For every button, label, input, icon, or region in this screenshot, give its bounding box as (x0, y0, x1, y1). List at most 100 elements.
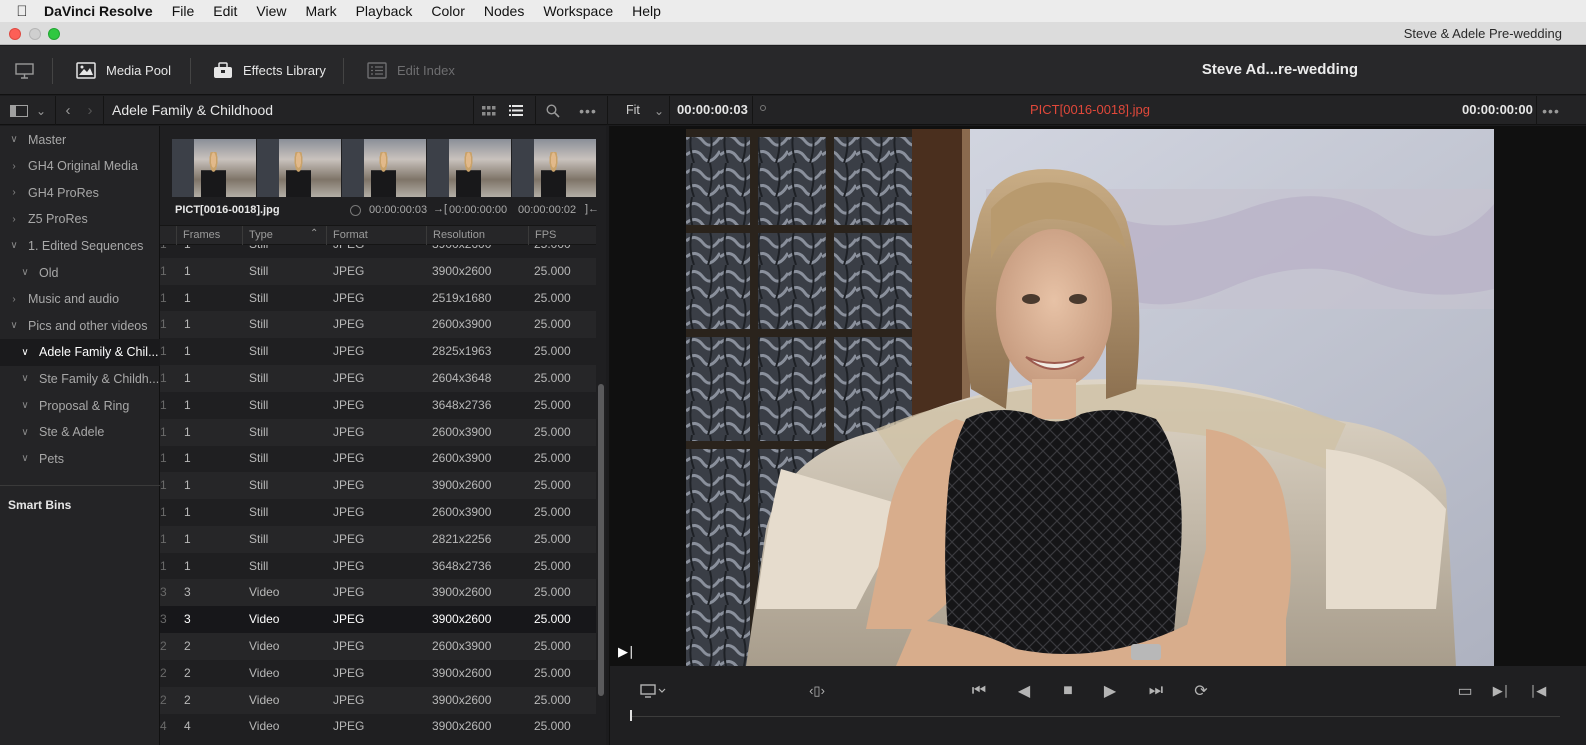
menu-file[interactable]: File (172, 3, 195, 19)
sort-ascending-icon: ⌃ (310, 228, 319, 239)
forward-arrow-icon[interactable]: › (82, 96, 98, 125)
menu-color[interactable]: Color (431, 3, 464, 19)
viewer-options-icon[interactable]: ••• (1540, 96, 1562, 125)
full-screen-icon[interactable]: ▭ (1452, 680, 1478, 702)
table-cell: Still (249, 558, 269, 573)
table-row[interactable]: 2 2 Video JPEG 3900x2600 25.000 (160, 660, 596, 687)
effects-library-button[interactable]: Effects Library (213, 46, 326, 95)
chevron-down-icon[interactable]: ∨ (7, 240, 21, 251)
sidebar-toggle-button[interactable] (6, 96, 32, 125)
viewer-mode-button[interactable] (636, 680, 670, 702)
bin-item[interactable]: › Z5 ProRes (0, 206, 160, 233)
zoom-window-button[interactable] (48, 28, 60, 40)
stop-icon[interactable]: ■ (1054, 680, 1082, 702)
playhead[interactable] (630, 710, 632, 721)
table-row[interactable]: 1 1 Still JPEG 3648x2736 25.000 (160, 553, 596, 580)
minimize-window-button[interactable] (29, 28, 41, 40)
chevron-down-icon[interactable]: ∨ (18, 373, 32, 384)
edit-index-button[interactable]: Edit Index (367, 46, 455, 95)
table-row[interactable]: 3 3 Video JPEG 3900x2600 25.000 (160, 579, 596, 607)
chevron-down-icon[interactable]: ∨ (18, 267, 32, 278)
menu-edit[interactable]: Edit (213, 3, 237, 19)
next-clip-icon[interactable]: ▶∣ (1490, 680, 1512, 702)
col-resolution[interactable]: Resolution (426, 226, 528, 245)
clip-filmstrip[interactable] (172, 139, 596, 197)
chevron-down-icon[interactable]: ∨ (7, 134, 21, 145)
monitor-toggle-button[interactable] (14, 46, 36, 95)
back-arrow-icon[interactable]: ‹ (60, 96, 76, 125)
chevron-down-icon[interactable]: ⌄ (33, 96, 49, 125)
table-row[interactable]: 1 1 Still JPEG 3648x2736 25.000 (160, 392, 596, 419)
table-row[interactable]: 1 1 Still JPEG 2600x3900 25.000 (160, 311, 596, 339)
chevron-down-icon[interactable]: ∨ (18, 453, 32, 464)
loop-icon[interactable]: ⟳ (1186, 680, 1216, 702)
chevron-right-icon[interactable]: › (7, 214, 21, 225)
chevron-down-icon[interactable]: ∨ (18, 400, 32, 411)
table-row[interactable]: 1 1 Still JPEG 2519x1680 25.000 (160, 285, 596, 312)
bin-item[interactable]: ∨ Pics and other videos (0, 312, 160, 339)
bin-item[interactable]: ∨ Proposal & Ring (0, 392, 160, 419)
media-pool-button[interactable]: Media Pool (76, 46, 171, 95)
bin-item[interactable]: › Music and audio (0, 286, 160, 313)
table-cell: 25.000 (534, 719, 571, 734)
list-view-button[interactable] (507, 96, 525, 125)
bin-item[interactable]: ∨ Old (0, 259, 160, 286)
chevron-right-icon[interactable]: › (7, 187, 21, 198)
table-row[interactable]: 1 1 Still JPEG 3900x2600 25.000 (160, 245, 596, 258)
reverse-play-icon[interactable]: ◀ (1010, 680, 1038, 702)
jump-to-end-icon[interactable]: ⏭ (1138, 680, 1174, 702)
chevron-down-icon[interactable]: ∨ (7, 320, 21, 331)
bin-item[interactable]: ∨ Master (0, 126, 160, 153)
bin-item[interactable]: ∨ Pets (0, 445, 160, 472)
zoom-select[interactable]: Fit (626, 103, 640, 117)
menu-help[interactable]: Help (632, 3, 661, 19)
menu-workspace[interactable]: Workspace (543, 3, 613, 19)
play-icon[interactable]: ▶ (1096, 680, 1124, 702)
bin-item[interactable]: ∨ Adele Family & Chil... (0, 338, 160, 366)
bin-item[interactable]: ∨ Ste & Adele (0, 419, 160, 446)
chevron-down-icon[interactable]: ∨ (18, 347, 32, 358)
close-window-button[interactable] (9, 28, 21, 40)
bin-item[interactable]: ∨ 1. Edited Sequences (0, 232, 160, 259)
clip-list-scrollbar[interactable] (598, 384, 604, 696)
table-row[interactable]: 1 1 Still JPEG 2600x3900 25.000 (160, 499, 596, 526)
play-from-start-icon[interactable]: ▶∣ (618, 644, 635, 660)
apple-icon[interactable]:  (0, 3, 44, 20)
zoom-chevron-down-icon[interactable]: ⌄ (652, 96, 666, 125)
col-frames[interactable]: Frames (176, 226, 242, 245)
menu-nodes[interactable]: Nodes (484, 3, 524, 19)
table-row[interactable]: 1 1 Still JPEG 3900x2600 25.000 (160, 472, 596, 500)
table-row[interactable]: 1 1 Still JPEG 3900x2600 25.000 (160, 257, 596, 285)
menu-playback[interactable]: Playback (356, 3, 413, 19)
app-menu[interactable]: DaVinci Resolve (44, 3, 153, 19)
menu-view[interactable]: View (256, 3, 286, 19)
jump-to-start-icon[interactable]: ⏮ (962, 680, 996, 702)
table-row[interactable]: 1 1 Still JPEG 2604x3648 25.000 (160, 365, 596, 392)
menu-mark[interactable]: Mark (305, 3, 336, 19)
col-format[interactable]: Format (326, 226, 426, 245)
table-row[interactable]: 2 2 Video JPEG 2600x3900 25.000 (160, 633, 596, 660)
chevron-down-icon[interactable]: ∨ (18, 427, 32, 438)
table-row[interactable]: 1 1 Still JPEG 2825x1963 25.000 (160, 338, 596, 365)
table-row[interactable]: 3 3 Video JPEG 3900x2600 25.000 (160, 606, 596, 634)
chevron-right-icon[interactable]: › (7, 161, 21, 172)
duration-timecode: 00:00:00:03 (677, 102, 748, 117)
bin-item[interactable]: › GH4 Original Media (0, 153, 160, 180)
more-options-icon[interactable]: ••• (577, 96, 599, 125)
match-frame-icon[interactable]: ‹▯› (796, 680, 838, 702)
bin-item[interactable]: › GH4 ProRes (0, 179, 160, 206)
scrub-bar[interactable] (630, 716, 1560, 717)
col-fps[interactable]: FPS (528, 226, 596, 245)
table-row[interactable]: 2 2 Video JPEG 3900x2600 25.000 (160, 686, 596, 714)
previous-clip-icon[interactable]: ∣◀ (1527, 680, 1549, 702)
bin-item[interactable]: ∨ Ste Family & Childh... (0, 365, 160, 392)
table-row[interactable]: 1 1 Still JPEG 2821x2256 25.000 (160, 525, 596, 553)
table-row[interactable]: 1 1 Still JPEG 2600x3900 25.000 (160, 445, 596, 472)
thumbnail-view-button[interactable] (480, 96, 498, 125)
chevron-right-icon[interactable]: › (7, 294, 21, 305)
table-row[interactable]: 1 1 Still JPEG 2600x3900 25.000 (160, 418, 596, 446)
table-cell: 25.000 (534, 245, 571, 258)
search-button[interactable] (543, 96, 563, 125)
table-row[interactable]: 4 4 Video JPEG 3900x2600 25.000 (160, 713, 596, 740)
table-cell: 2600x3900 (432, 317, 492, 332)
